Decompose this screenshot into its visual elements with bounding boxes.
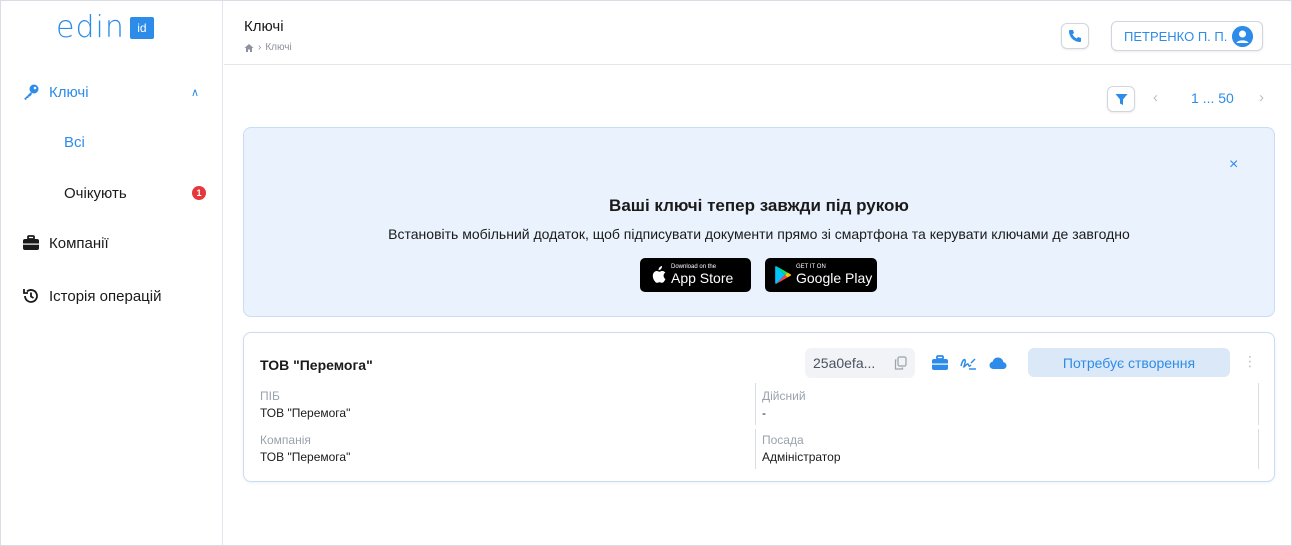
breadcrumb: › Ключі [244, 42, 292, 53]
company-value: ТОВ "Перемога" [260, 450, 351, 464]
mobile-app-banner: × Ваші ключі тепер завжди під рукою Вста… [243, 127, 1275, 317]
sidebar-item-companies[interactable]: Компанії [1, 223, 222, 263]
google-play-big-text: Google Play [796, 270, 873, 286]
key-card[interactable]: ТОВ "Перемога" 25a0efa... Потребує створ… [243, 332, 1275, 482]
logo-badge: id [129, 17, 154, 39]
sidebar-item-keys[interactable]: Ключі ∧ [1, 72, 222, 112]
app-window: edin id Ключі ∧ Всі Очікують 1 Компанії … [0, 0, 1292, 546]
header: Ключі › Ключі ПЕТРЕНКО П. П. [224, 1, 1291, 65]
filter-button[interactable] [1107, 86, 1135, 112]
breadcrumb-separator-icon: › [258, 42, 262, 53]
phone-icon [1069, 30, 1081, 42]
home-icon[interactable] [244, 43, 254, 53]
more-options-icon[interactable]: ⋮ [1243, 353, 1257, 370]
app-store-text: Download on the App Store [671, 264, 733, 286]
sidebar-item-all[interactable]: Всі [1, 122, 222, 162]
google-play-icon [775, 266, 792, 284]
waiting-count-badge: 1 [192, 186, 206, 200]
chevron-up-icon[interactable]: ∧ [191, 86, 199, 99]
sidebar-item-waiting[interactable]: Очікують 1 [1, 173, 222, 213]
pager-prev-button[interactable]: ‹ [1153, 89, 1158, 106]
phone-button[interactable] [1061, 23, 1089, 49]
sidebar-item-history[interactable]: Історія операцій [1, 276, 222, 316]
user-name: ПЕТРЕНКО П. П. [1124, 28, 1228, 44]
banner-title: Ваші ключі тепер завжди під рукою [609, 196, 909, 215]
status-button[interactable]: Потребує створення [1028, 348, 1230, 377]
breadcrumb-current[interactable]: Ключі [265, 42, 291, 53]
banner-close-button[interactable]: × [1229, 156, 1238, 174]
key-card-title: ТОВ "Перемога" [260, 357, 373, 373]
pager-next-button[interactable]: › [1259, 89, 1264, 106]
field-divider [1258, 383, 1259, 425]
position-label: Посада [762, 433, 804, 447]
google-play-text: GET IT ON Google Play [796, 264, 872, 286]
filter-icon [1115, 93, 1127, 105]
field-divider [1258, 429, 1259, 469]
sidebar-item-companies-label: Компанії [49, 234, 109, 252]
user-menu-button[interactable]: ПЕТРЕНКО П. П. [1111, 21, 1263, 51]
sidebar-item-keys-label: Ключі [49, 83, 89, 101]
valid-value: - [762, 406, 766, 420]
key-icon [24, 84, 39, 100]
field-divider [755, 429, 756, 469]
key-hash: 25a0efa... [805, 348, 915, 378]
sidebar: edin id Ключі ∧ Всі Очікують 1 Компанії … [1, 1, 223, 545]
sidebar-item-history-label: Історія операцій [49, 287, 162, 305]
cloud-icon[interactable] [989, 354, 1007, 372]
logo[interactable]: edin id [56, 13, 154, 43]
sidebar-item-waiting-label: Очікують [64, 184, 127, 202]
pib-value: ТОВ "Перемога" [260, 406, 351, 420]
briefcase-icon[interactable] [931, 354, 949, 372]
pager-range: 1 ... 50 [1191, 90, 1234, 106]
logo-text: edin [56, 10, 125, 45]
field-divider [755, 383, 756, 425]
app-store-big-text: App Store [671, 270, 734, 286]
valid-label: Дійсний [762, 389, 806, 403]
briefcase-icon [23, 235, 39, 250]
page-title: Ключі [244, 18, 284, 35]
sidebar-item-all-label: Всі [64, 133, 85, 151]
google-play-button[interactable]: GET IT ON Google Play [765, 258, 877, 292]
signature-icon[interactable] [959, 354, 977, 372]
position-value: Адміністратор [762, 450, 841, 464]
user-avatar-icon [1232, 26, 1253, 47]
pib-label: ПІБ [260, 389, 280, 403]
company-label: Компанія [260, 433, 311, 447]
app-store-button[interactable]: Download on the App Store [640, 258, 751, 292]
copy-icon[interactable] [894, 356, 907, 370]
history-icon [23, 289, 38, 303]
banner-text: Встановіть мобільний додаток, щоб підпис… [388, 226, 1130, 242]
key-hash-value: 25a0efa... [813, 355, 876, 371]
apple-icon [652, 266, 666, 283]
